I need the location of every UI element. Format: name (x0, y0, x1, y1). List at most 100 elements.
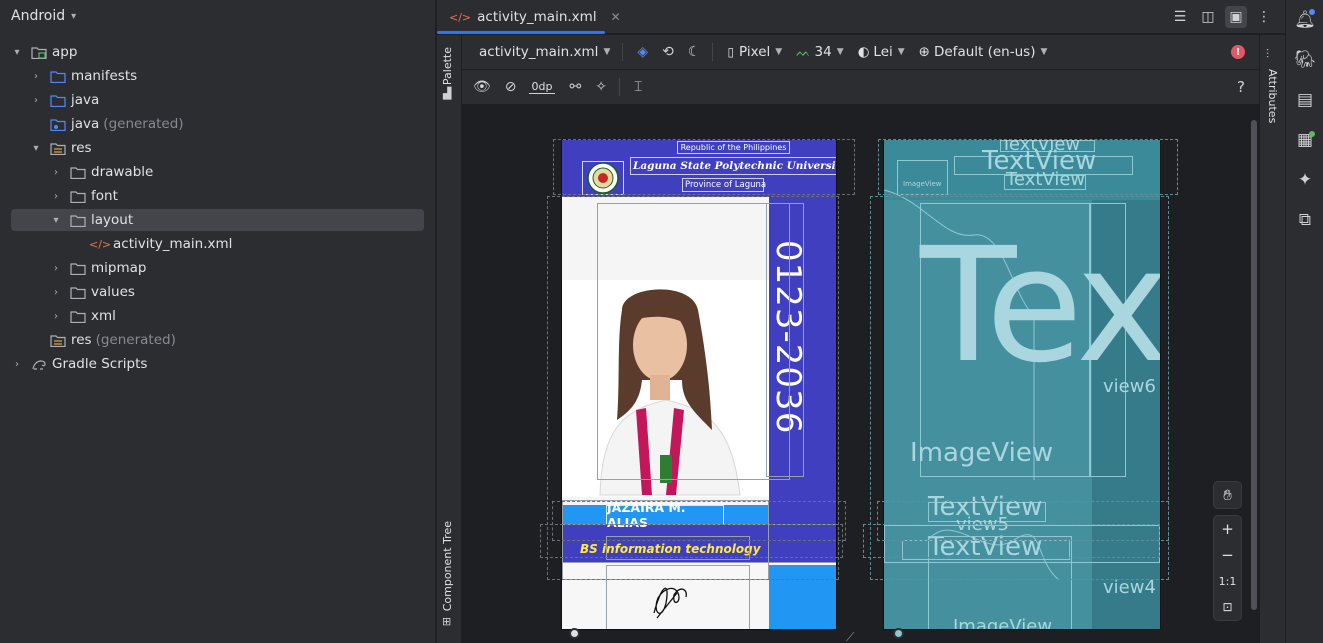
zoom-out-icon[interactable]: − (1221, 542, 1234, 568)
more-options-icon[interactable]: ⋮ (1253, 6, 1275, 28)
signature-image[interactable] (562, 563, 769, 629)
tab-activity-main[interactable]: </> activity_main.xml ✕ (437, 0, 621, 34)
locale-dropdown[interactable]: ⊕ Default (en-us) ▼ (919, 44, 1048, 60)
id-number-text[interactable]: 0123-2036 (768, 240, 808, 440)
code-view-icon[interactable]: ☰ (1169, 6, 1191, 28)
device-dropdown[interactable]: ▯ Pixel ▼ (727, 44, 782, 60)
tree-item-label: java (71, 116, 100, 132)
pan-hand-icon[interactable]: ✋︎ (1223, 482, 1232, 508)
province-text[interactable]: Province of Laguna (682, 178, 766, 192)
canvas-vertical-scrollbar[interactable] (1251, 120, 1257, 610)
folder-icon (70, 214, 86, 227)
module-folder-icon (31, 46, 47, 59)
orientation-icon[interactable]: ⟲ (662, 44, 674, 60)
palette-strip: Palette ▟ Component Tree ⊞ (437, 35, 462, 643)
gemini-icon[interactable]: ✦ (1286, 160, 1323, 200)
editor-tab-bar: </> activity_main.xml ✕ ☰ ◫ ▣ ⋮ (437, 0, 1285, 34)
view-options-icon[interactable]: 👁︎ (473, 79, 491, 95)
split-view-icon[interactable]: ◫ (1197, 6, 1219, 28)
course-text[interactable]: BS information technology (580, 542, 761, 556)
constraint-handle-icon[interactable] (893, 628, 904, 639)
fit-screen-icon[interactable]: ⊡ (1222, 594, 1232, 620)
attributes-icon[interactable]: ⫶ (1266, 47, 1269, 62)
device-manager-icon[interactable]: ▤ (1286, 80, 1323, 120)
attributes-tab[interactable]: Attributes (1266, 69, 1279, 123)
tree-item-activity-main[interactable]: </> activity_main.xml (0, 233, 436, 255)
collapse-arrow-icon[interactable]: › (50, 167, 62, 178)
infer-constraints-icon[interactable]: ✧ (595, 79, 607, 95)
notifications-icon[interactable]: 🔔︎ (1286, 0, 1323, 40)
design-view-icon[interactable]: ▣ (1225, 6, 1247, 28)
big-text-label: Tex (920, 214, 1161, 398)
design-preview[interactable]: Republic of the Philippines Laguna State… (561, 139, 837, 630)
error-indicator-icon[interactable]: ! (1231, 45, 1245, 59)
collapse-arrow-icon[interactable]: › (30, 95, 42, 106)
component-tree-tab[interactable]: Component Tree (441, 521, 454, 611)
project-view-selector[interactable]: Android ▾ (0, 0, 435, 32)
collapse-arrow-icon[interactable]: › (11, 359, 23, 370)
tree-item-label: values (91, 284, 135, 300)
constraint-handle-icon[interactable] (569, 628, 580, 639)
tree-item-font[interactable]: › font (0, 185, 436, 207)
view-mode-switcher: ☰ ◫ ▣ ⋮ (1169, 6, 1275, 28)
component-tree-icon[interactable]: ⊞ (442, 615, 451, 628)
zoom-in-icon[interactable]: + (1221, 516, 1234, 542)
default-margin-field[interactable]: 0dp (528, 80, 556, 94)
tree-item-drawable[interactable]: › drawable (0, 161, 436, 183)
imageview-label-2: ImageView (953, 616, 1053, 630)
help-icon[interactable]: ? (1237, 78, 1245, 96)
guidelines-icon[interactable]: ⌶ (634, 79, 642, 95)
expand-arrow-icon[interactable]: ▾ (11, 47, 23, 58)
collapse-arrow-icon[interactable]: › (30, 71, 42, 82)
tree-item-java-generated[interactable]: java (generated) (0, 113, 436, 135)
folder-icon (70, 310, 86, 323)
tree-item-mipmap[interactable]: › mipmap (0, 257, 436, 279)
tree-item-layout[interactable]: ▾ layout (0, 209, 436, 231)
clear-constraints-icon[interactable]: ⚯ (569, 79, 581, 95)
toolbar-divider (618, 78, 620, 96)
resize-handle-icon[interactable]: ⟋ (846, 630, 854, 643)
tree-item-xml[interactable]: › xml (0, 305, 436, 327)
collapse-arrow-icon[interactable]: › (50, 191, 62, 202)
blueprint-preview[interactable]: TextView TextView TextView ImageView Tex… (883, 139, 1161, 630)
layout-file-dropdown[interactable]: activity_main.xml ▼ (479, 44, 610, 60)
tree-item-label: xml (91, 308, 116, 324)
tree-item-res-generated[interactable]: res (generated) (0, 329, 436, 351)
design-surface-icon[interactable]: ◈ (637, 44, 648, 60)
folder-icon (50, 94, 66, 107)
tree-item-manifests[interactable]: › manifests (0, 65, 436, 87)
close-icon[interactable]: ✕ (611, 10, 621, 24)
night-mode-icon[interactable]: ☾ (688, 44, 701, 60)
app-quality-icon[interactable]: ▦ (1286, 120, 1323, 160)
gradle-icon (31, 358, 47, 371)
collapse-arrow-icon[interactable]: › (50, 263, 62, 274)
api-level-label: 34 (814, 44, 832, 60)
republic-text[interactable]: Republic of the Philippines (677, 141, 790, 154)
device-mirroring-icon[interactable]: ⧉ (1286, 200, 1323, 240)
pan-control: ✋︎ (1213, 481, 1242, 509)
gradle-tool-icon[interactable]: 🐘︎ (1286, 40, 1323, 80)
expand-arrow-icon[interactable]: ▾ (30, 143, 42, 154)
project-view-label: Android (11, 8, 66, 24)
university-text[interactable]: Laguna State Polytechnic University (630, 157, 836, 175)
imageview-label-small: ImageView (903, 180, 942, 188)
autoconnect-icon[interactable]: ⊘ (505, 79, 517, 95)
tree-item-java[interactable]: › java (0, 89, 436, 111)
student-photo[interactable] (562, 280, 769, 497)
palette-icon[interactable]: ▟ (443, 87, 451, 100)
expand-arrow-icon[interactable]: ▾ (50, 215, 62, 226)
android-icon: ᨓ (796, 44, 811, 59)
theme-dropdown[interactable]: ◐ Lei ▼ (858, 44, 905, 60)
tree-item-res[interactable]: ▾ res (0, 137, 436, 159)
android-studio-window: Android ▾ ▾ app › manifests › java java … (0, 0, 1323, 643)
tree-item-gradle-scripts[interactable]: › Gradle Scripts (0, 353, 436, 375)
collapse-arrow-icon[interactable]: › (50, 287, 62, 298)
zoom-to-fit-button[interactable]: 1:1 (1219, 568, 1237, 594)
student-name-text[interactable]: JAZAIRA M. ALIAS (606, 500, 724, 530)
api-level-dropdown[interactable]: ᨓ 34 ▼ (796, 44, 843, 60)
collapse-arrow-icon[interactable]: › (50, 311, 62, 322)
tree-item-values[interactable]: › values (0, 281, 436, 303)
tree-item-app[interactable]: ▾ app (0, 41, 436, 63)
palette-tab[interactable]: Palette (441, 47, 454, 85)
layout-file-label: activity_main.xml (479, 44, 599, 60)
